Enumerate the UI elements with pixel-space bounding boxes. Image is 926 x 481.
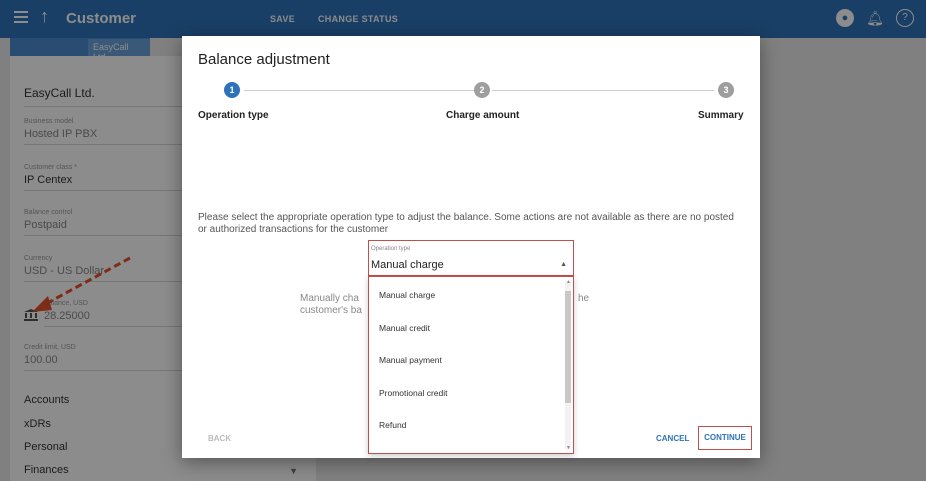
dialog-title: Balance adjustment [198, 51, 330, 68]
caret-up-icon[interactable]: ▲ [560, 261, 567, 268]
step-3-icon: 3 [718, 82, 734, 98]
step-2-label: Charge amount [446, 110, 520, 121]
hint-text-tail: he [578, 293, 590, 304]
instruction-text: Please select the appropriate operation … [198, 212, 734, 235]
step-2-icon: 2 [474, 82, 490, 98]
option-manual-payment[interactable]: Manual payment [379, 355, 442, 365]
balance-adjustment-dialog: Balance adjustment 1 2 3 Operation type … [182, 36, 760, 458]
scroll-up-icon[interactable]: ▲ [566, 279, 571, 285]
select-label: Operation type [371, 246, 411, 252]
stepper-connector [492, 90, 714, 91]
cancel-button[interactable]: CANCEL [656, 434, 689, 443]
option-manual-charge[interactable]: Manual charge [379, 290, 435, 300]
operation-type-select[interactable]: Operation type Manual charge ▲ [368, 240, 574, 276]
step-1-label: Operation type [198, 110, 269, 121]
operation-type-dropdown: Manual charge Manual credit Manual payme… [368, 276, 574, 454]
stepper-connector [244, 90, 476, 91]
option-manual-credit[interactable]: Manual credit [379, 323, 430, 333]
back-button[interactable]: BACK [208, 434, 231, 443]
continue-button[interactable]: CONTINUE [698, 426, 752, 450]
scrollbar-thumb[interactable] [565, 291, 571, 403]
step-3-label: Summary [698, 110, 744, 121]
step-1-icon: 1 [224, 82, 240, 98]
option-promotional-credit[interactable]: Promotional credit [379, 388, 448, 398]
scroll-down-icon[interactable]: ▼ [566, 445, 571, 451]
option-refund[interactable]: Refund [379, 420, 406, 430]
select-value: Manual charge [371, 259, 444, 271]
